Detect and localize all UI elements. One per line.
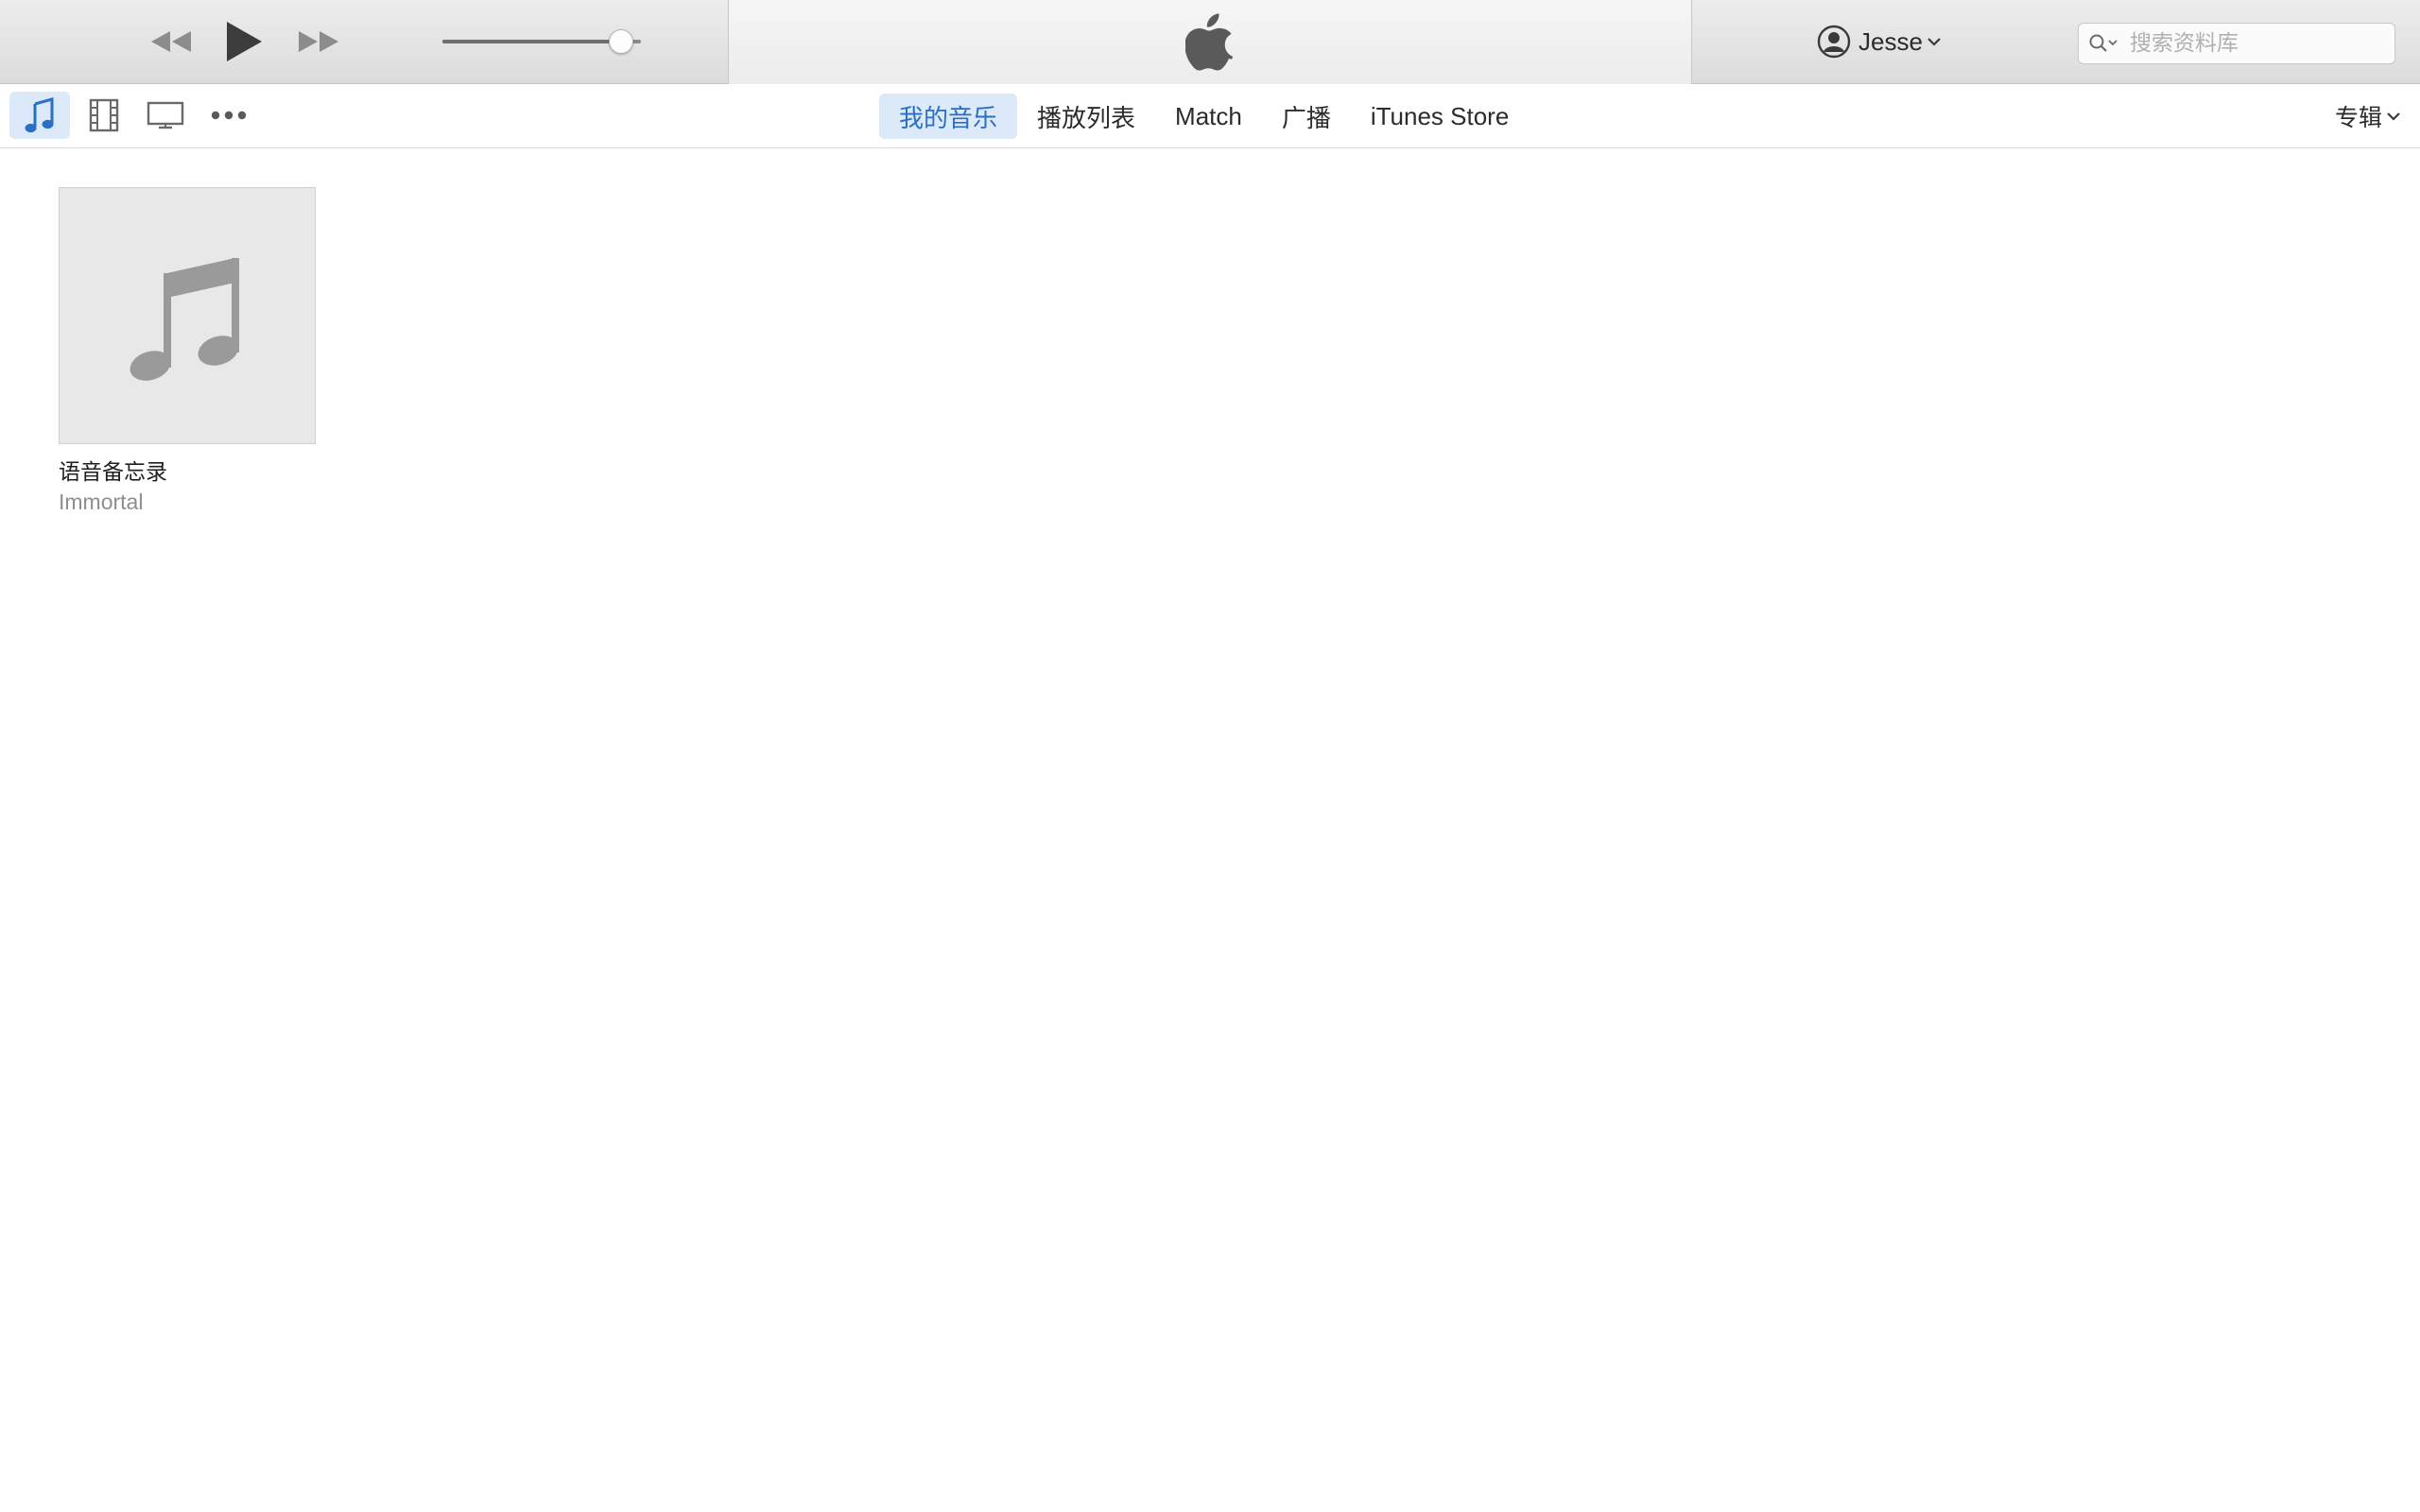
tab-my-music[interactable]: 我的音乐	[879, 94, 1018, 139]
view-selector-label: 专辑	[2334, 104, 2382, 131]
tab-radio[interactable]: 广播	[1262, 94, 1351, 139]
play-icon	[227, 22, 262, 61]
rewind-icon	[151, 31, 191, 52]
search-field[interactable]	[2078, 23, 2395, 64]
media-kind-music-button[interactable]	[9, 92, 70, 139]
media-kind-movies-button[interactable]	[74, 92, 134, 139]
tab-match[interactable]: Match	[1155, 94, 1262, 139]
search-input[interactable]	[2128, 30, 2374, 57]
tv-icon	[147, 101, 184, 129]
toolbar: Jesse	[0, 0, 2420, 84]
chevron-down-icon	[2387, 112, 2400, 121]
music-note-icon	[130, 258, 239, 381]
user-circle-icon	[1817, 25, 1851, 59]
album-tile[interactable]: 语音备忘录 Immortal	[59, 187, 316, 515]
volume-fill	[442, 40, 621, 43]
section-tabs: 我的音乐 播放列表 Match 广播 iTunes Store	[879, 94, 1529, 139]
album-artist[interactable]: Immortal	[59, 490, 316, 515]
rewind-button[interactable]	[144, 21, 200, 62]
tab-playlists[interactable]: 播放列表	[1017, 94, 1155, 139]
volume-knob[interactable]	[609, 29, 633, 54]
film-icon	[89, 98, 119, 132]
volume-slider[interactable]	[442, 29, 641, 54]
album-grid: 语音备忘录 Immortal	[59, 187, 316, 515]
lcd-display	[728, 0, 1692, 84]
navbar: 我的音乐 播放列表 Match 广播 iTunes Store 专辑	[0, 84, 2420, 148]
search-icon[interactable]	[2088, 33, 2120, 54]
play-button[interactable]	[217, 15, 270, 68]
album-artwork[interactable]	[59, 187, 316, 444]
fast-forward-button[interactable]	[289, 21, 346, 62]
account-name: Jesse	[1858, 26, 1923, 56]
view-selector[interactable]: 专辑	[2335, 94, 2401, 139]
chevron-down-icon	[1927, 38, 1941, 46]
media-kind-tv-button[interactable]	[135, 92, 196, 139]
more-icon	[211, 111, 247, 120]
apple-logo-icon	[1185, 12, 1234, 70]
album-title[interactable]: 语音备忘录	[59, 454, 316, 486]
tab-itunes-store[interactable]: iTunes Store	[1351, 94, 1529, 139]
account-button[interactable]: Jesse	[1817, 21, 1942, 62]
media-kind-more-button[interactable]	[199, 92, 259, 139]
music-note-icon	[25, 97, 54, 133]
fast-forward-icon	[299, 31, 338, 52]
